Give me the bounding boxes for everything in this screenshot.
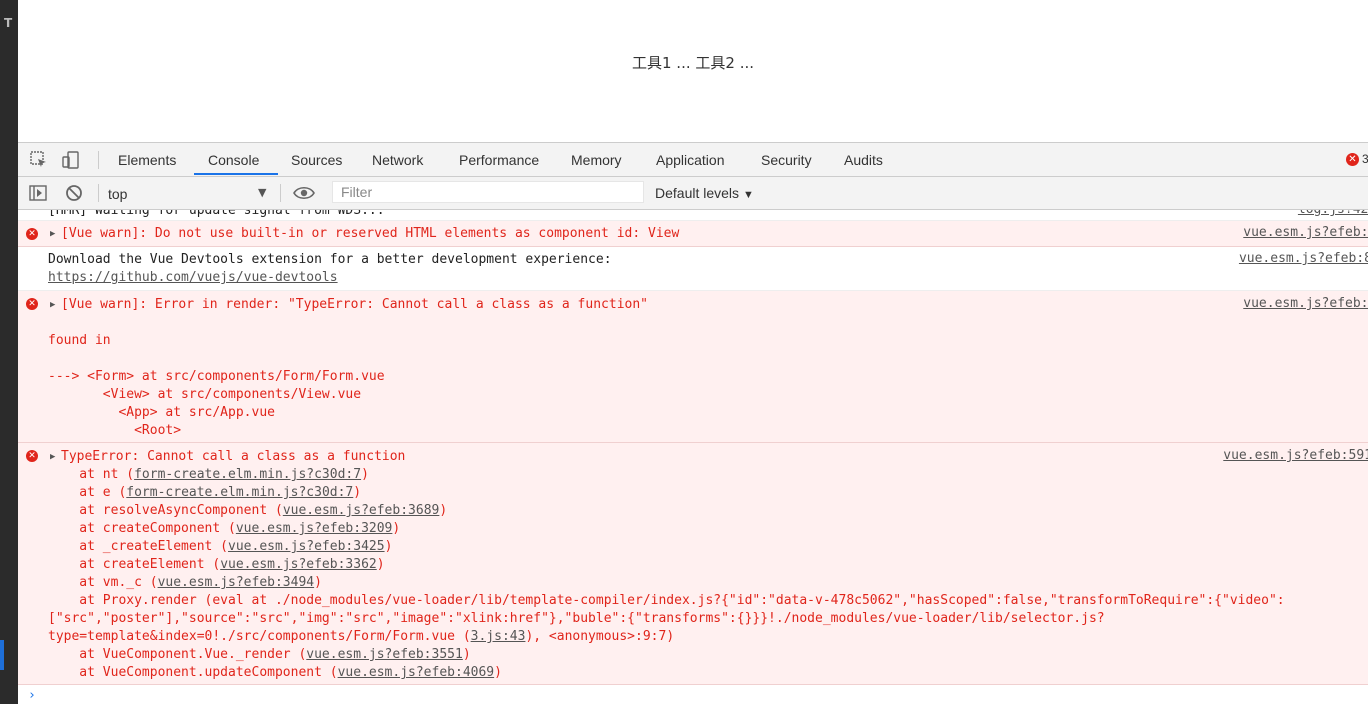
expand-triangle-icon[interactable]: ▶ — [50, 229, 55, 239]
message-text: <App> at src/App.vue — [48, 405, 275, 420]
stack-frame: type=template&index=0!./src/components/F… — [48, 629, 675, 644]
tab-performance[interactable]: Performance — [459, 143, 539, 176]
error-icon: ✕ — [26, 228, 38, 240]
tabbar-separator — [98, 151, 99, 169]
stack-frame-link[interactable]: vue.esm.js?efeb:3425 — [228, 539, 385, 554]
console-prompt-icon[interactable]: › — [28, 688, 36, 703]
tab-elements[interactable]: Elements — [118, 143, 176, 176]
console-error-message: ✕ ▶ [Vue warn]: Error in render: "TypeEr… — [18, 291, 1368, 443]
tab-application[interactable]: Application — [656, 143, 725, 176]
device-toolbar-icon[interactable] — [62, 151, 80, 169]
stack-frame: at VueComponent.updateComponent (vue.esm… — [48, 665, 502, 680]
source-link[interactable]: log.js?4244 — [1298, 210, 1368, 217]
stack-frame-link[interactable]: vue.esm.js?efeb:3362 — [220, 557, 377, 572]
console-message: Download the Vue Devtools extension for … — [18, 247, 1368, 291]
expand-triangle-icon[interactable]: ▶ — [50, 300, 55, 310]
devtools-link[interactable]: https://github.com/vuejs/vue-devtools — [48, 269, 338, 287]
show-sidebar-icon[interactable] — [29, 184, 47, 202]
chevron-down-icon: ▼ — [742, 189, 754, 201]
devtools-tabbar: Elements Console Sources Network Perform… — [18, 143, 1368, 177]
error-count-icon[interactable]: ✕ — [1346, 153, 1359, 166]
active-tab-indicator — [194, 173, 278, 175]
source-link[interactable]: vue.esm.js?efeb:591 — [1243, 296, 1368, 311]
clear-console-icon[interactable] — [65, 184, 83, 202]
stack-frame-link[interactable]: 3.js:43 — [471, 629, 526, 644]
message-text: TypeError: Cannot call a class as a func… — [61, 449, 406, 464]
strip-glyph: T — [4, 16, 13, 30]
left-editor-strip: T — [0, 0, 18, 704]
stack-frame: at Proxy.render (eval at ./node_modules/… — [48, 593, 1285, 608]
context-dropdown-icon[interactable]: ▼ — [258, 186, 266, 199]
page-viewport: 工具1 ... 工具2 ... — [18, 0, 1368, 142]
console-error-message: ✕ ▶ TypeError: Cannot call a class as a … — [18, 443, 1368, 685]
stack-frame-link[interactable]: vue.esm.js?efeb:3551 — [306, 647, 463, 662]
error-icon: ✕ — [26, 450, 38, 462]
stack-frame: at createComponent (vue.esm.js?efeb:3209… — [48, 521, 401, 536]
tools-text: 工具1 ... 工具2 ... — [632, 54, 754, 72]
stack-frame: at vm._c (vue.esm.js?efeb:3494) — [48, 575, 322, 590]
stack-frame-link[interactable]: form-create.elm.min.js?c30d:7 — [126, 485, 353, 500]
source-link[interactable]: vue.esm.js?efeb:591 — [1243, 225, 1368, 240]
message-text: <Root> — [48, 423, 182, 438]
error-icon: ✕ — [26, 298, 38, 310]
toolbar-separator — [280, 184, 281, 202]
stack-frame-link[interactable]: vue.esm.js?efeb:3494 — [158, 575, 315, 590]
message-text: <View> at src/components/View.vue — [48, 387, 362, 402]
source-link[interactable]: vue.esm.js?efeb:591 — [1223, 448, 1368, 463]
log-levels-dropdown[interactable]: Default levels ▼ — [655, 185, 754, 201]
stack-frame-link[interactable]: vue.esm.js?efeb:3689 — [283, 503, 440, 518]
expand-triangle-icon[interactable]: ▶ — [50, 452, 55, 462]
stack-frame-link[interactable]: form-create.elm.min.js?c30d:7 — [134, 467, 361, 482]
tab-audits[interactable]: Audits — [844, 143, 883, 176]
context-selector[interactable]: top — [108, 186, 127, 202]
message-text: Download the Vue Devtools extension for … — [48, 252, 612, 267]
message-text: found in — [48, 333, 111, 348]
live-expression-eye-icon[interactable] — [293, 184, 315, 202]
message-text: ---> <Form> at src/components/Form/Form.… — [48, 369, 385, 384]
tab-security[interactable]: Security — [761, 143, 812, 176]
filter-input[interactable] — [332, 181, 644, 203]
toolbar-separator — [98, 184, 99, 202]
tab-memory[interactable]: Memory — [571, 143, 622, 176]
console-output: [HMR] Waiting for update signal from WDS… — [18, 210, 1368, 705]
stack-frame: at nt (form-create.elm.min.js?c30d:7) — [48, 467, 369, 482]
error-count[interactable]: 3 — [1362, 152, 1368, 166]
tab-sources[interactable]: Sources — [291, 143, 342, 176]
stack-frame-link[interactable]: vue.esm.js?efeb:3209 — [236, 521, 393, 536]
stack-frame: at VueComponent.Vue._render (vue.esm.js?… — [48, 647, 471, 662]
stack-frame-link[interactable]: vue.esm.js?efeb:4069 — [338, 665, 495, 680]
stack-frame: at e (form-create.elm.min.js?c30d:7) — [48, 485, 362, 500]
stack-frame: ["src","poster"],"source":"src","img":"s… — [48, 611, 1105, 626]
stack-frame: at createElement (vue.esm.js?efeb:3362) — [48, 557, 385, 572]
log-levels-label: Default levels — [655, 185, 740, 201]
tab-network[interactable]: Network — [372, 143, 423, 176]
stack-frame: at _createElement (vue.esm.js?efeb:3425) — [48, 539, 393, 554]
source-link[interactable]: vue.esm.js?efeb:8 — [1239, 251, 1368, 266]
message-text: [Vue warn]: Error in render: "TypeError:… — [61, 297, 648, 312]
inspect-element-icon[interactable] — [30, 151, 48, 169]
console-error-message: ✕ ▶ [Vue warn]: Do not use built-in or r… — [18, 221, 1368, 247]
message-text: [Vue warn]: Do not use built-in or reser… — [61, 226, 680, 241]
console-toolbar: top ▼ Default levels ▼ — [18, 177, 1368, 210]
stack-frame: at resolveAsyncComponent (vue.esm.js?efe… — [48, 503, 448, 518]
tab-console[interactable]: Console — [208, 143, 259, 176]
devtools-panel: Elements Console Sources Network Perform… — [18, 142, 1368, 705]
console-message: [HMR] Waiting for update signal from WDS… — [18, 210, 1368, 221]
message-text: [HMR] Waiting for update signal from WDS… — [48, 210, 385, 218]
strip-indicator — [0, 640, 4, 670]
